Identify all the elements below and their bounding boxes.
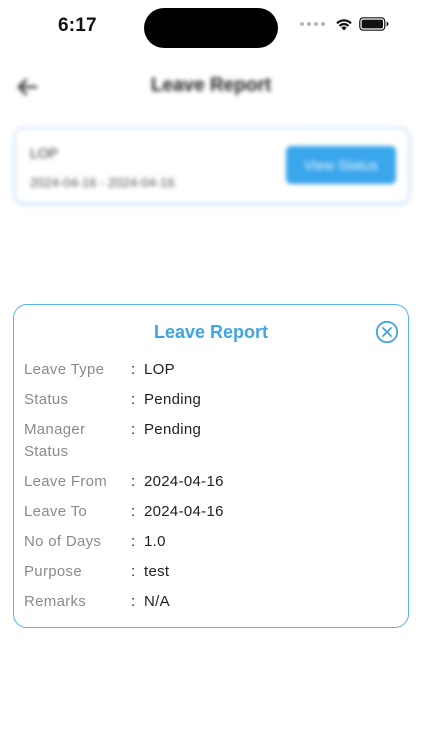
detail-list: Leave Type : LOP Status : Pending Manage… bbox=[24, 359, 398, 621]
detail-value: 2024-04-16 bbox=[144, 503, 224, 520]
cellular-signal-icon bbox=[300, 22, 325, 26]
detail-value: LOP bbox=[144, 361, 175, 378]
app-header: Leave Report bbox=[0, 66, 422, 106]
detail-value: N/A bbox=[144, 593, 170, 610]
detail-value: Pending bbox=[144, 391, 202, 408]
detail-row-status: Status : Pending bbox=[24, 389, 398, 411]
modal-title: Leave Report bbox=[153, 322, 269, 342]
detail-value: 2024-04-16 bbox=[144, 473, 224, 490]
leave-card-type: LOP bbox=[30, 145, 59, 161]
detail-label: Leave To bbox=[24, 503, 88, 520]
detail-label: No of Days bbox=[24, 533, 102, 550]
status-bar: 6:17 bbox=[0, 0, 422, 56]
detail-label: Remarks bbox=[24, 593, 87, 610]
battery-icon bbox=[359, 17, 389, 31]
page-title: Leave Report bbox=[150, 75, 272, 96]
leave-report-modal: Leave Report Leave Type : LOP Status : P… bbox=[13, 304, 409, 628]
detail-label: Purpose bbox=[24, 563, 82, 580]
detail-value: test bbox=[144, 563, 170, 580]
detail-value: Pending bbox=[144, 421, 202, 438]
leave-card[interactable]: LOP 2024-04-16 - 2024-04-16 View Status bbox=[14, 127, 410, 204]
status-icons bbox=[300, 17, 389, 31]
detail-row-leave-to: Leave To : 2024-04-16 bbox=[24, 501, 398, 523]
leave-card-dates: 2024-04-16 - 2024-04-16 bbox=[30, 175, 175, 190]
detail-row-no-of-days: No of Days : 1.0 bbox=[24, 531, 398, 553]
detail-value: 1.0 bbox=[144, 533, 166, 550]
view-status-button[interactable]: View Status bbox=[286, 146, 396, 184]
detail-row-manager-status: Manager Status : Pending bbox=[24, 419, 398, 463]
detail-row-purpose: Purpose : test bbox=[24, 561, 398, 583]
detail-row-leave-type: Leave Type : LOP bbox=[24, 359, 398, 381]
status-time: 6:17 bbox=[58, 15, 97, 36]
detail-row-remarks: Remarks : N/A bbox=[24, 591, 398, 613]
wifi-icon bbox=[336, 19, 352, 31]
detail-row-leave-from: Leave From : 2024-04-16 bbox=[24, 471, 398, 493]
close-icon[interactable] bbox=[375, 320, 399, 344]
detail-label: Status bbox=[24, 391, 69, 408]
detail-label: Leave From bbox=[24, 473, 108, 490]
dynamic-island bbox=[144, 8, 278, 48]
detail-label: Manager Status bbox=[24, 421, 86, 460]
detail-label: Leave Type bbox=[24, 361, 105, 378]
